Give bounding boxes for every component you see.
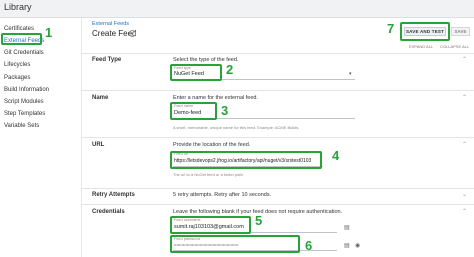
section-title-url: URL	[92, 142, 105, 148]
annotation-box-4	[170, 151, 322, 169]
annotation-number-6: 6	[305, 238, 313, 253]
section-retry	[82, 188, 474, 204]
section-title-retry: Retry Attempts	[92, 192, 135, 198]
sidebar-item-script-modules[interactable]: Script Modules	[4, 97, 44, 107]
page: Library Certificates External Feeds Git …	[0, 0, 474, 257]
sidebar-item-git-credentials[interactable]: Git Credentials	[4, 48, 44, 58]
section-title-credentials: Credentials	[92, 209, 125, 215]
section-title-name: Name	[92, 95, 109, 101]
annotation-box-5	[170, 216, 251, 234]
sidebar-item-build-information[interactable]: Build Information	[4, 85, 49, 95]
app-title: Library	[4, 2, 32, 12]
url-description: Provide the location of the feed.	[173, 142, 251, 148]
sidebar-item-step-templates[interactable]: Step Templates	[4, 109, 45, 119]
annotation-box-7	[400, 22, 450, 41]
chevron-up-icon[interactable]: ⌃	[462, 141, 467, 148]
collapse-all-link[interactable]: COLLAPSE ALL	[440, 44, 469, 49]
annotation-box-6	[170, 235, 300, 253]
section-feed-type	[82, 53, 474, 90]
chevron-up-icon[interactable]: ⌃	[462, 94, 467, 101]
annotation-box-2	[170, 64, 222, 81]
annotation-box-1	[1, 33, 42, 45]
eye-icon[interactable]: ◉	[355, 242, 360, 249]
section-title-feed-type: Feed Type	[92, 57, 122, 63]
sidebar-item-lifecycles[interactable]: Lifecycles	[4, 60, 30, 70]
variable-icon[interactable]: ▤	[344, 242, 350, 249]
annotation-number-3: 3	[221, 103, 229, 118]
annotation-number-7: 7	[387, 21, 395, 36]
annotation-number-4: 4	[332, 148, 340, 163]
feed-url-help: The url to a NuGet feed or a folder path	[173, 172, 243, 177]
annotation-number-5: 5	[255, 213, 263, 228]
expand-all-link[interactable]: EXPAND ALL	[409, 44, 433, 49]
name-description: Enter a name for the external feed.	[173, 95, 258, 101]
sidebar-item-variable-sets[interactable]: Variable Sets	[4, 121, 39, 131]
help-icon[interactable]: ?	[129, 30, 136, 37]
annotation-number-2: 2	[226, 62, 234, 77]
save-button[interactable]: SAVE	[451, 27, 470, 36]
feed-name-help: A short, memorable, unique name for this…	[173, 125, 300, 130]
sidebar: Certificates External Feeds Git Credenti…	[0, 18, 82, 257]
chevron-up-icon[interactable]: ⌃	[462, 56, 467, 63]
sidebar-item-packages[interactable]: Packages	[4, 73, 30, 83]
annotation-number-1: 1	[45, 25, 53, 40]
chevron-up-icon[interactable]: ⌃	[462, 208, 467, 215]
chevron-down-icon[interactable]: ▾	[349, 71, 352, 77]
annotation-box-3	[170, 102, 217, 120]
retry-description: 5 retry attempts. Retry after 10 seconds…	[173, 192, 272, 198]
chevron-down-icon[interactable]: ⌄	[462, 191, 467, 198]
variable-icon[interactable]: ▤	[344, 224, 350, 231]
top-bar: Library	[0, 0, 474, 18]
breadcrumb[interactable]: External Feeds	[92, 21, 129, 27]
